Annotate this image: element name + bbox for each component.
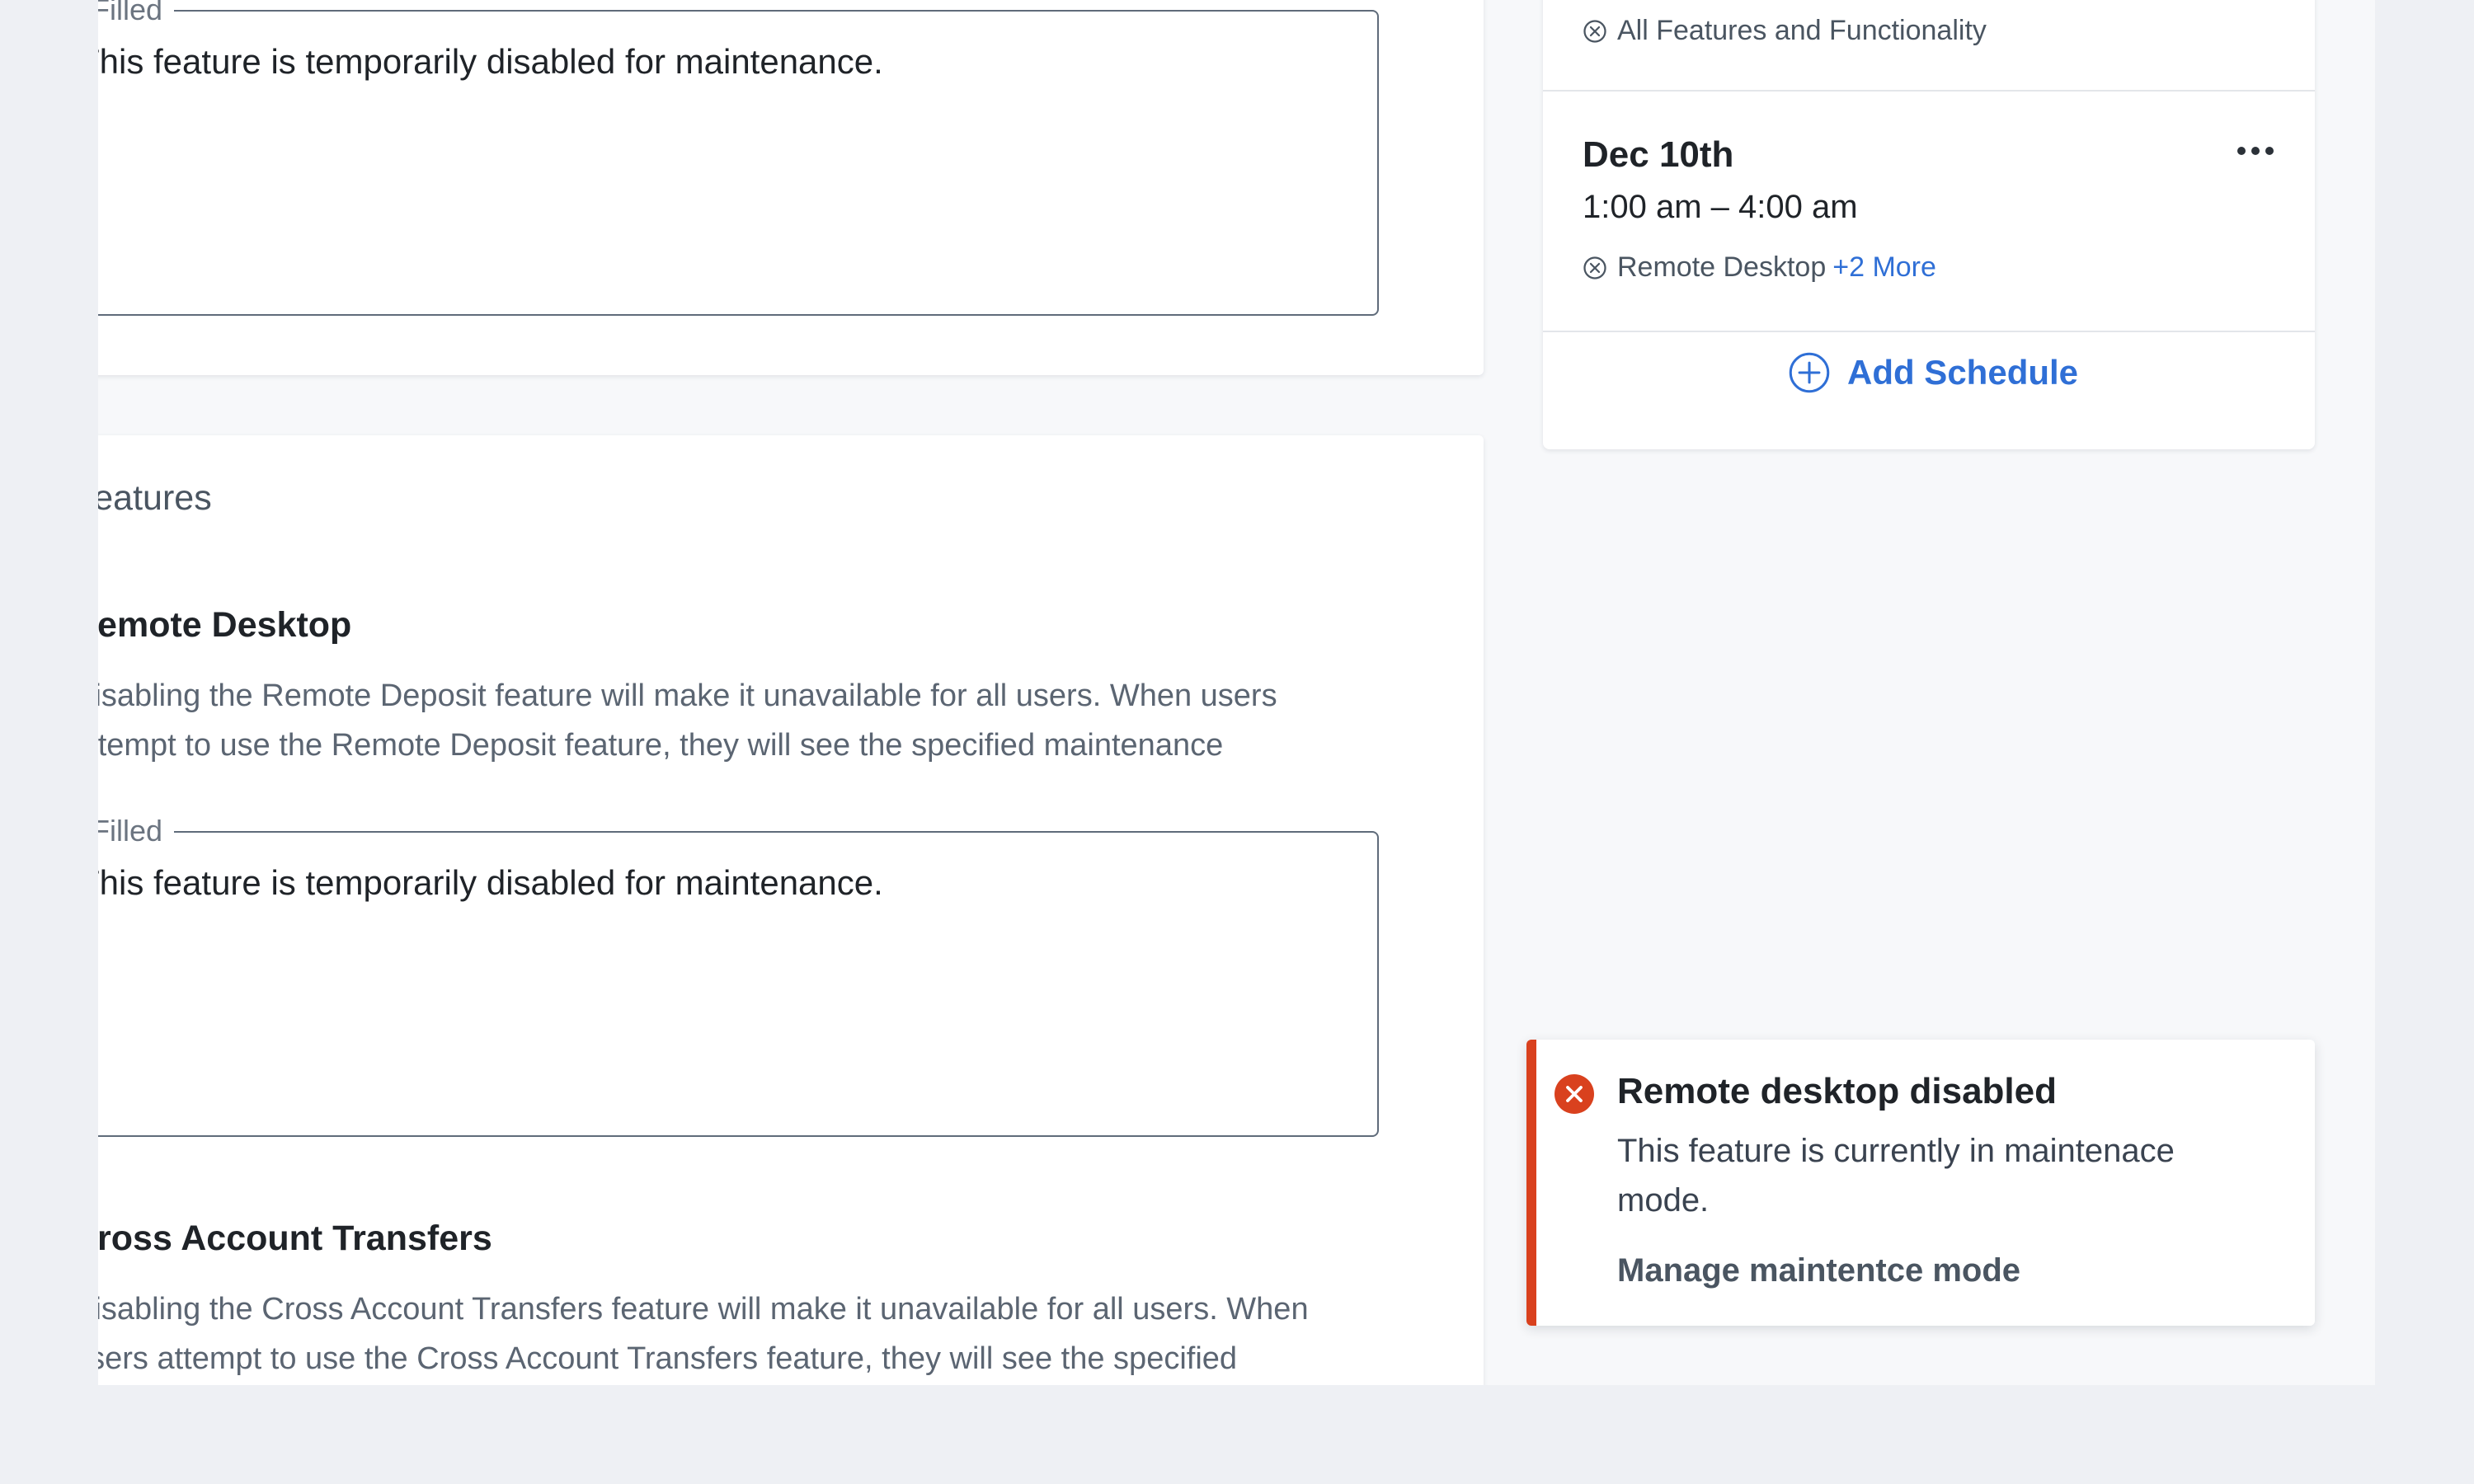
feature-description-line: attempt to use the Remote Deposit featur… <box>98 728 1224 763</box>
error-toast: Remote desktop disabled This feature is … <box>1526 1040 2315 1326</box>
error-circle-icon <box>1554 1074 1594 1114</box>
features-section-title: Features <box>98 478 212 518</box>
feature-description-line: Disabling the Cross Account Transfers fe… <box>98 1292 1309 1327</box>
feature-description-line: Disabling the Remote Deposit feature wil… <box>98 679 1277 713</box>
schedule-time-range: 1:00 am – 4:00 am <box>1583 189 1858 225</box>
add-schedule-button[interactable]: Add Schedule <box>1788 351 2078 394</box>
maintenance-message-card: Filled This feature is temporarily disab… <box>98 0 1484 375</box>
feature-title-cross-account-transfers: Cross Account Transfers <box>98 1219 492 1258</box>
feature-description-remote-desktop: Disabling the Remote Deposit feature wil… <box>98 671 1277 770</box>
toast-status-bar <box>1526 1040 1536 1326</box>
plus-circle-icon <box>1789 352 1830 393</box>
feature-description-line: users attempt to use the Cross Account T… <box>98 1341 1238 1376</box>
features-card: Features Remote Desktop Disabling the Re… <box>98 435 1484 1385</box>
more-features-link[interactable]: +2 More <box>1832 251 1936 284</box>
feature-chip: All Features and Functionality <box>1583 15 1987 47</box>
remote-desktop-message-value[interactable]: This feature is temporarily disabled for… <box>98 862 883 904</box>
feature-title-remote-desktop: Remote Desktop <box>98 605 352 645</box>
toast-title: Remote desktop disabled <box>1617 1071 2058 1111</box>
maintenance-message-label: Filled <box>98 0 175 26</box>
x-circle-icon <box>1583 256 1606 279</box>
add-schedule-label: Add Schedule <box>1847 353 2079 392</box>
remote-desktop-message-field[interactable]: Filled This feature is temporarily disab… <box>98 815 1379 1137</box>
schedule-item[interactable]: Dec 10th 1:00 am – 4:00 am Remote Deskto… <box>1543 92 2315 332</box>
schedule-date: Dec 10th <box>1583 134 1734 175</box>
manage-maintenance-link[interactable]: Manage maintentce mode <box>1617 1252 2020 1289</box>
main-content: Filled This feature is temporarily disab… <box>98 0 2375 1385</box>
maintenance-message-field[interactable]: Filled This feature is temporarily disab… <box>98 0 1379 316</box>
feature-chip: Remote Desktop +2 More <box>1583 251 1936 284</box>
toast-body: This feature is currently in maintenace … <box>1617 1133 2175 1219</box>
feature-chip-label: Remote Desktop <box>1617 251 1827 283</box>
schedule-item[interactable]: All Features and Functionality <box>1543 0 2315 92</box>
x-circle-icon <box>1583 19 1606 43</box>
maintenance-message-value[interactable]: This feature is temporarily disabled for… <box>98 41 883 82</box>
remote-desktop-message-label: Filled <box>98 815 175 848</box>
feature-chip-label: All Features and Functionality <box>1617 15 1987 46</box>
feature-description-cross-account-transfers: Disabling the Cross Account Transfers fe… <box>98 1284 1309 1383</box>
more-horizontal-icon[interactable] <box>2237 147 2274 155</box>
schedule-list-card: All Features and Functionality Dec 10th … <box>1543 0 2315 449</box>
